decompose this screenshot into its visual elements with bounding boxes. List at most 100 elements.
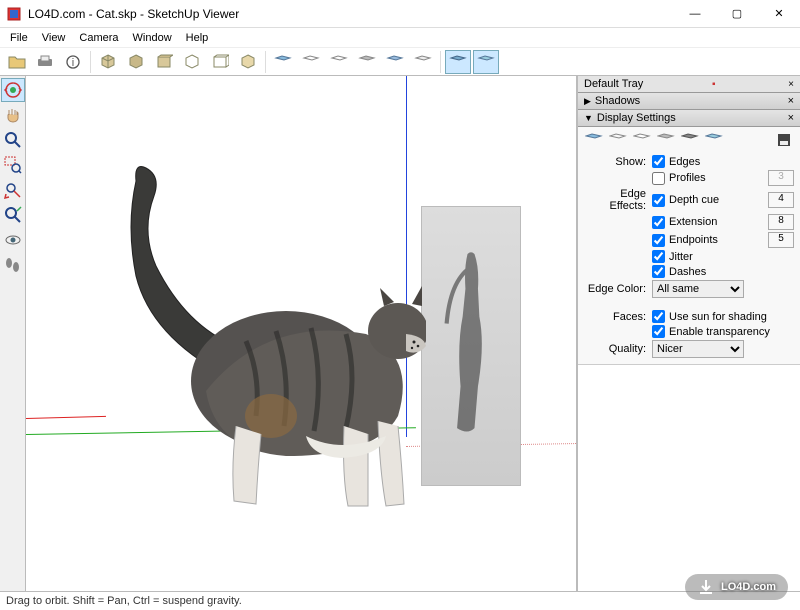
profiles-checkbox[interactable] [652, 172, 665, 185]
endpoints-label: Endpoints [669, 234, 718, 246]
edge-color-select[interactable]: All same [652, 280, 744, 298]
walk-tool[interactable] [1, 253, 25, 277]
depthcue-checkbox[interactable] [652, 194, 665, 207]
shadows-panel-header[interactable]: ▶ Shadows × [578, 93, 800, 110]
maximize-button[interactable]: ▢ [716, 0, 758, 28]
edges-label: Edges [669, 156, 700, 168]
depthcue-value[interactable]: 4 [768, 192, 794, 208]
back-view-icon[interactable] [207, 50, 233, 74]
previous-view-tool[interactable] [1, 203, 25, 227]
download-icon [697, 578, 715, 596]
wireframe-icon[interactable] [608, 131, 628, 149]
shaded-tex-icon[interactable] [680, 131, 700, 149]
open-file-icon[interactable] [4, 50, 30, 74]
display-panel-body: Show: Edges Profiles 3 Edge Effects: Depth … [578, 127, 800, 365]
zoom-window-tool[interactable] [1, 153, 25, 177]
iso-view-icon[interactable] [95, 50, 121, 74]
dashes-checkbox[interactable] [652, 265, 665, 278]
hidden-line-icon[interactable] [632, 131, 652, 149]
extension-label: Extension [669, 216, 717, 228]
dashes-label: Dashes [669, 266, 706, 278]
toolbar-separator [90, 51, 91, 73]
edges-checkbox[interactable] [652, 155, 665, 168]
print-icon[interactable] [32, 50, 58, 74]
right-view-icon[interactable] [179, 50, 205, 74]
pan-tool[interactable] [1, 103, 25, 127]
main-toolbar: i [0, 47, 800, 75]
window-title: LO4D.com - Cat.skp - SketchUp Viewer [28, 7, 674, 21]
endpoints-value[interactable]: 5 [768, 232, 794, 248]
menu-window[interactable]: Window [127, 31, 178, 45]
front-view-icon[interactable] [151, 50, 177, 74]
style-icon-row [584, 131, 794, 149]
shadow-plane [421, 206, 521, 486]
tray-empty-area [578, 365, 800, 591]
jitter-label: Jitter [669, 251, 693, 263]
app-icon [6, 6, 22, 22]
hidden-line-style-icon[interactable] [326, 50, 352, 74]
extension-checkbox[interactable] [652, 216, 665, 229]
tray-header[interactable]: Default Tray ▪ × [578, 76, 800, 93]
close-icon[interactable]: × [788, 112, 794, 124]
left-view-icon[interactable] [235, 50, 261, 74]
close-icon[interactable]: × [788, 95, 794, 107]
watermark: LO4D.com [685, 574, 788, 600]
menubar: File View Camera Window Help [0, 28, 800, 47]
style2-icon[interactable] [473, 50, 499, 74]
left-tool-palette [0, 76, 26, 591]
xray-icon[interactable] [584, 131, 604, 149]
jitter-checkbox[interactable] [652, 250, 665, 263]
top-view-icon[interactable] [123, 50, 149, 74]
edge-color-label: Edge Color: [584, 283, 646, 295]
shaded-textures-style-icon[interactable] [382, 50, 408, 74]
minimize-button[interactable]: — [674, 0, 716, 28]
workspace: Default Tray ▪ × ▶ Shadows × ▼ Display S… [0, 75, 800, 591]
cat-shadow [436, 247, 506, 442]
titlebar: LO4D.com - Cat.skp - SketchUp Viewer — ▢… [0, 0, 800, 28]
collapse-icon: ▼ [584, 113, 593, 123]
profiles-label: Profiles [669, 172, 706, 184]
quality-select[interactable]: Nicer [652, 340, 744, 358]
viewport-3d[interactable] [26, 76, 577, 591]
menu-file[interactable]: File [4, 31, 34, 45]
transparency-label: Enable transparency [669, 326, 770, 338]
menu-camera[interactable]: Camera [73, 31, 124, 45]
shaded-icon[interactable] [656, 131, 676, 149]
style1-icon[interactable] [445, 50, 471, 74]
extension-value[interactable]: 8 [768, 214, 794, 230]
close-window-button[interactable]: ✕ [758, 0, 800, 28]
toolbar-separator [265, 51, 266, 73]
display-panel-title: Display Settings [597, 112, 676, 124]
look-around-tool[interactable] [1, 228, 25, 252]
shaded-style-icon[interactable] [354, 50, 380, 74]
mono-style-icon[interactable] [410, 50, 436, 74]
zoom-extents-tool[interactable] [1, 178, 25, 202]
status-text: Drag to orbit. Shift = Pan, Ctrl = suspe… [6, 595, 242, 607]
depthcue-label: Depth cue [669, 194, 719, 206]
save-style-icon[interactable] [774, 131, 794, 149]
show-label: Show: [584, 156, 646, 168]
xray-style-icon[interactable] [270, 50, 296, 74]
close-icon[interactable]: × [788, 79, 794, 90]
cat-model [86, 156, 426, 516]
zoom-tool[interactable] [1, 128, 25, 152]
wireframe-style-icon[interactable] [298, 50, 324, 74]
use-sun-checkbox[interactable] [652, 310, 665, 323]
statusbar: Drag to orbit. Shift = Pan, Ctrl = suspe… [0, 591, 800, 610]
profiles-value[interactable]: 3 [768, 170, 794, 186]
menu-view[interactable]: View [36, 31, 72, 45]
display-panel-header[interactable]: ▼ Display Settings × [578, 110, 800, 127]
toolbar-separator [440, 51, 441, 73]
use-sun-label: Use sun for shading [669, 311, 767, 323]
info-icon[interactable]: i [60, 50, 86, 74]
endpoints-checkbox[interactable] [652, 234, 665, 247]
orbit-tool[interactable] [1, 78, 25, 102]
edge-effects-label: Edge Effects: [584, 188, 646, 212]
transparency-checkbox[interactable] [652, 325, 665, 338]
pin-icon[interactable]: ▪ [712, 79, 716, 90]
default-tray: Default Tray ▪ × ▶ Shadows × ▼ Display S… [577, 76, 800, 591]
svg-text:i: i [72, 57, 74, 69]
mono-icon[interactable] [704, 131, 724, 149]
menu-help[interactable]: Help [180, 31, 215, 45]
expand-icon: ▶ [584, 96, 591, 107]
